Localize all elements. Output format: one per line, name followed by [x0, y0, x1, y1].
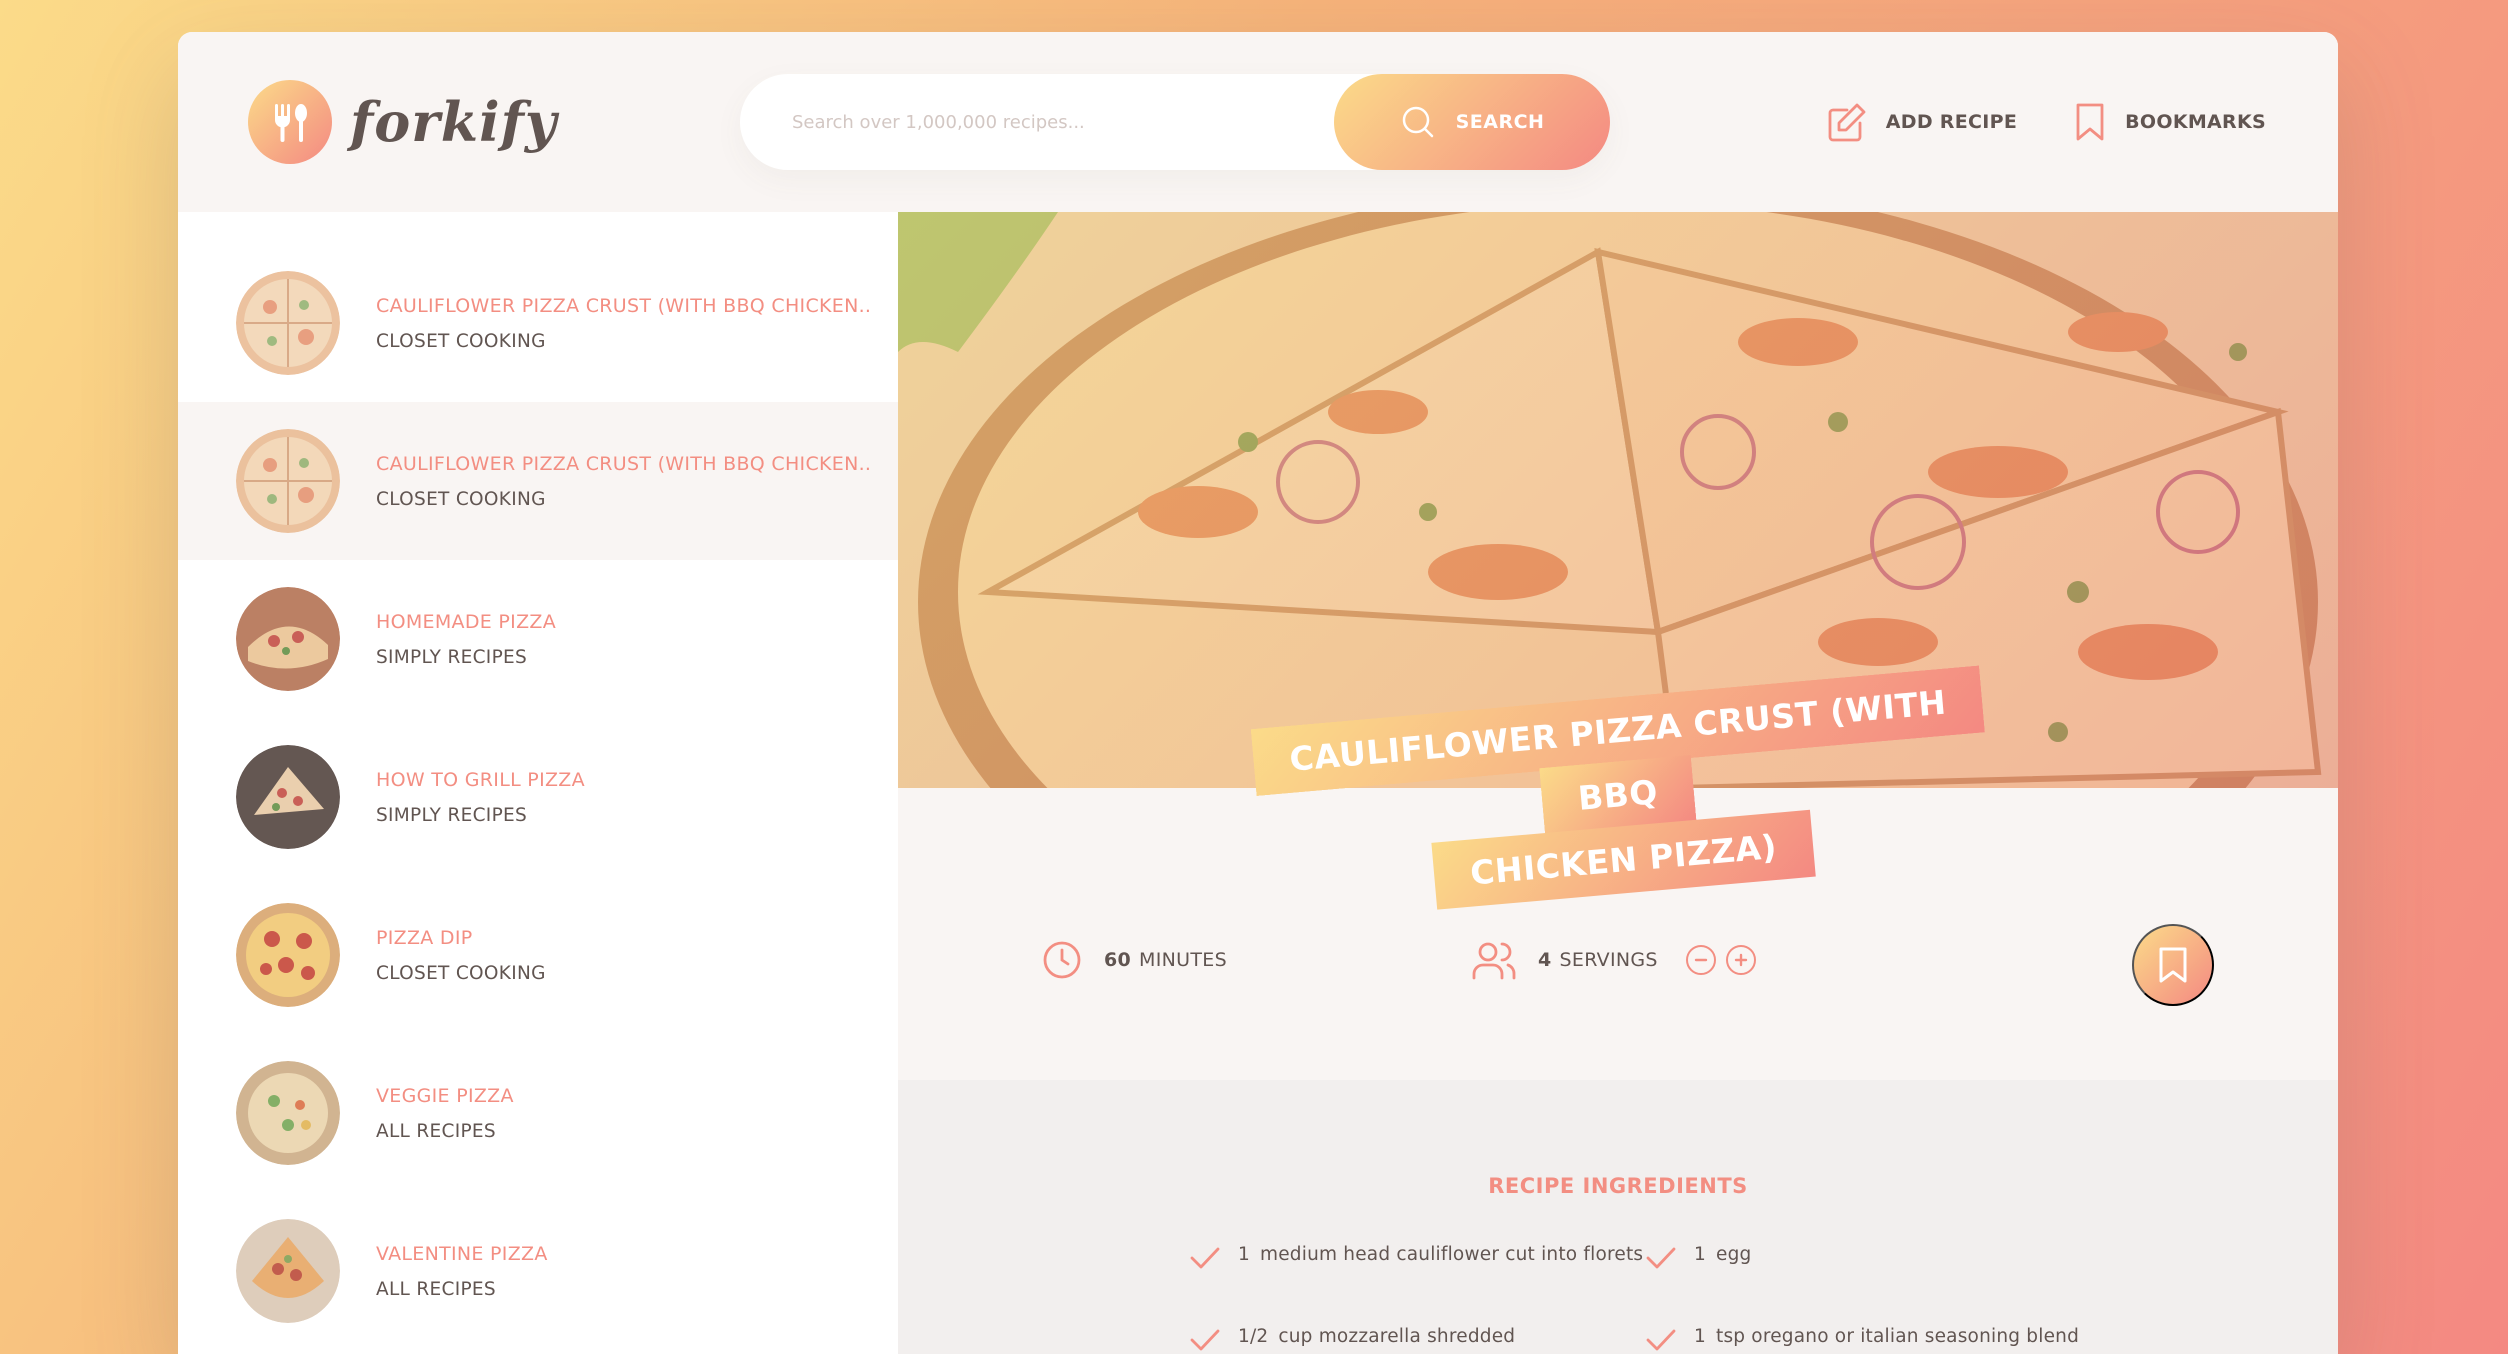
nav: ADD RECIPE BOOKMARKS — [1826, 80, 2266, 164]
ingredient-description: tsp oregano or italian seasoning blend — [1715, 1326, 2080, 1347]
search-icon — [1402, 106, 1433, 138]
search-results: CAULIFLOWER PIZZA CRUST (WITH BBQ CHICKE… — [178, 212, 898, 1354]
check-icon — [1646, 1329, 1676, 1351]
check-icon — [1646, 1247, 1676, 1269]
result-text: VEGGIE PIZZA ALL RECIPES — [376, 1085, 514, 1142]
result-text: VALENTINE PIZZA ALL RECIPES — [376, 1243, 548, 1300]
ingredients-heading: RECIPE INGREDIENTS — [1488, 1174, 1748, 1198]
ingredient-description: medium head cauliflower cut into florets — [1259, 1244, 1644, 1265]
result-thumbnail — [236, 903, 340, 1007]
check-icon — [1190, 1247, 1220, 1269]
search-button-label: SEARCH — [1455, 111, 1545, 133]
result-item-6[interactable]: VALENTINE PIZZA ALL RECIPES — [178, 1192, 898, 1350]
result-thumbnail — [236, 1061, 340, 1165]
result-publisher: CLOSET COOKING — [376, 488, 546, 510]
result-text: HOW TO GRILL PIZZA SIMPLY RECIPES — [376, 769, 585, 826]
result-publisher: ALL RECIPES — [376, 1278, 496, 1300]
result-title: CAULIFLOWER PIZZA CRUST (WITH BBQ CHICKE… — [376, 294, 872, 317]
servings-label: SERVINGS — [1559, 949, 1658, 971]
servings-count: 4 — [1538, 949, 1552, 971]
bookmark-recipe-button[interactable] — [2132, 924, 2214, 1006]
search-form: SEARCH — [740, 74, 1610, 170]
ingredient-item: 1 tsp oregano or italian seasoning blend — [1646, 1326, 2079, 1352]
cook-minutes-label: MINUTES — [1139, 949, 1227, 971]
logo[interactable]: forkify — [248, 80, 557, 164]
add-recipe-button[interactable]: ADD RECIPE — [1826, 101, 2017, 143]
check-icon — [1190, 1329, 1220, 1351]
result-item-5[interactable]: VEGGIE PIZZA ALL RECIPES — [178, 1034, 898, 1192]
result-thumbnail — [236, 1219, 340, 1323]
result-text: CAULIFLOWER PIZZA CRUST (WITH BBQ CHICKE… — [376, 453, 871, 510]
result-text: HOMEMADE PIZZA SIMPLY RECIPES — [376, 611, 556, 668]
result-thumbnail — [236, 429, 340, 533]
minus-circle-icon — [1694, 958, 1707, 962]
header: forkify SEARCH ADD RECIPE — [178, 32, 2338, 212]
result-text: PIZZA DIP CLOSET COOKING — [376, 927, 546, 984]
search-input[interactable] — [792, 111, 1352, 133]
result-publisher: CLOSET COOKING — [376, 962, 546, 984]
result-item-0[interactable]: CAULIFLOWER PIZZA CRUST (WITH BBQ CHICKE… — [178, 244, 898, 402]
app-container: forkify SEARCH ADD RECIPE — [178, 32, 2338, 1354]
cook-minutes: 60 — [1104, 949, 1132, 971]
result-title: VEGGIE PIZZA — [376, 1084, 514, 1107]
search-button[interactable]: SEARCH — [1334, 74, 1610, 170]
result-title: VALENTINE PIZZA — [376, 1242, 548, 1265]
ingredient-item: 1 egg — [1646, 1244, 1751, 1270]
result-title: PIZZA DIP — [376, 926, 473, 949]
recipe-cook-time: 60 MINUTES — [1042, 940, 1227, 980]
result-item-4[interactable]: PIZZA DIP CLOSET COOKING — [178, 876, 898, 1034]
result-publisher: SIMPLY RECIPES — [376, 804, 528, 826]
result-publisher: SIMPLY RECIPES — [376, 646, 528, 668]
result-title: CAULIFLOWER PIZZA CRUST (WITH BBQ CHICKE… — [376, 452, 872, 475]
users-icon — [1472, 942, 1516, 980]
clock-icon — [1043, 941, 1081, 979]
ingredient-quantity: 1/2 — [1238, 1326, 1269, 1347]
recipe-view: 60 MINUTES 4 SERVINGS CAULIFLOWER PIZZA … — [898, 212, 2338, 1354]
edit-icon — [1828, 103, 1866, 142]
result-item-3[interactable]: HOW TO GRILL PIZZA SIMPLY RECIPES — [178, 718, 898, 876]
bookmarks-button[interactable]: BOOKMARKS — [2073, 102, 2266, 142]
ingredient-description: egg — [1715, 1244, 1752, 1265]
decrease-servings-button[interactable] — [1685, 945, 1716, 975]
result-title: HOMEMADE PIZZA — [376, 610, 556, 633]
fork-spoon-icon — [248, 80, 332, 164]
ingredient-quantity: 1 — [1694, 1326, 1706, 1347]
add-recipe-label: ADD RECIPE — [1885, 111, 2018, 133]
result-publisher: CLOSET COOKING — [376, 330, 546, 352]
bookmark-icon — [2159, 947, 2187, 983]
ingredient-item: 1 medium head cauliflower cut into flore… — [1190, 1244, 1643, 1270]
result-item-2[interactable]: HOMEMADE PIZZA SIMPLY RECIPES — [178, 560, 898, 718]
result-thumbnail — [236, 745, 340, 849]
ingredient-quantity: 1 — [1238, 1244, 1250, 1265]
result-text: CAULIFLOWER PIZZA CRUST (WITH BBQ CHICKE… — [376, 295, 871, 352]
result-item-1[interactable]: CAULIFLOWER PIZZA CRUST (WITH BBQ CHICKE… — [178, 402, 898, 560]
result-thumbnail — [236, 587, 340, 691]
ingredient-description: cup mozzarella shredded — [1278, 1326, 1516, 1347]
bookmarks-label: BOOKMARKS — [2125, 111, 2266, 133]
ingredient-item: 1/2 cup mozzarella shredded — [1190, 1326, 1515, 1352]
logo-text: forkify — [350, 90, 558, 154]
bookmark-icon — [2076, 103, 2104, 141]
result-thumbnail — [236, 271, 340, 375]
increase-servings-button[interactable] — [1725, 945, 1756, 975]
result-title: HOW TO GRILL PIZZA — [376, 768, 585, 791]
recipe-ingredients: RECIPE INGREDIENTS 1 medium head caulifl… — [898, 1080, 2338, 1354]
recipe-servings: 4 SERVINGS — [1472, 940, 1756, 980]
ingredient-quantity: 1 — [1694, 1244, 1706, 1265]
plus-circle-icon — [1734, 953, 1747, 967]
result-publisher: ALL RECIPES — [376, 1120, 496, 1142]
